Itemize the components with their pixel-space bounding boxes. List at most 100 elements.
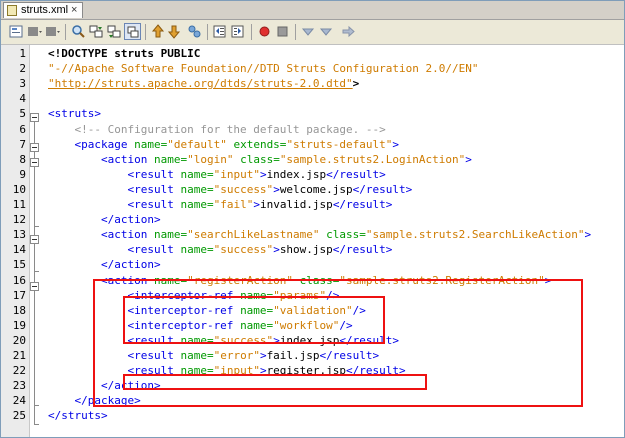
- tab-struts-xml[interactable]: struts.xml ×: [3, 2, 83, 18]
- comment-icon[interactable]: [300, 23, 317, 40]
- line-number: 13: [12, 228, 26, 242]
- code-token: "default": [167, 137, 227, 151]
- code-token: </action>: [48, 213, 161, 227]
- code-token: name=: [180, 198, 214, 211]
- close-icon[interactable]: ×: [71, 3, 77, 17]
- line-number: 23: [12, 379, 26, 393]
- code-token: name=: [180, 182, 214, 196]
- code-token: </struts>: [48, 409, 108, 423]
- code-token: "-//Apache Software Foundation//DTD Stru…: [48, 62, 479, 76]
- code-line: </action>: [48, 257, 161, 272]
- stop-macro-icon[interactable]: [274, 23, 291, 40]
- uncomment-icon[interactable]: [318, 23, 335, 40]
- editor-toolbar: [1, 20, 624, 45]
- line-number: 15: [12, 258, 26, 272]
- line-number: 1: [19, 47, 26, 60]
- code-token: name=: [134, 137, 168, 151]
- code-token: "sample.struts2.LoginAction": [279, 152, 466, 166]
- code-line: <result name="fail">invalid.jsp</result>: [48, 197, 392, 212]
- code-token: "fail": [213, 198, 254, 211]
- shift-left-icon[interactable]: [212, 23, 229, 40]
- previous-bookmark-icon[interactable]: [150, 23, 167, 40]
- line-number: 16: [12, 273, 26, 287]
- line-number: 10: [12, 182, 26, 196]
- find-previous-icon[interactable]: [88, 23, 105, 40]
- code-line: </action>: [48, 212, 161, 227]
- tab-label: struts.xml: [21, 4, 69, 16]
- toggle-highlight-icon[interactable]: [124, 23, 141, 40]
- check-xml-icon[interactable]: [340, 23, 357, 40]
- fold-end-marker: [34, 424, 39, 425]
- line-number: 21: [12, 349, 26, 362]
- line-number: 12: [12, 213, 26, 227]
- code-token: >: [392, 137, 400, 151]
- code-token: </result>: [326, 167, 386, 181]
- fold-toggle-icon[interactable]: [30, 158, 39, 167]
- code-line: <action name="searchLikeLastname" class=…: [48, 227, 591, 242]
- code-line: <package name="default" extends="struts-…: [48, 137, 399, 152]
- code-token: class=: [233, 152, 280, 166]
- code-token: class=: [319, 228, 366, 242]
- find-icon[interactable]: [70, 23, 87, 40]
- code-token: invalid.jsp: [259, 198, 333, 211]
- line-number: 4: [19, 92, 26, 106]
- line-number: 18: [12, 303, 26, 317]
- code-token: name=: [153, 152, 188, 166]
- code-token: >: [273, 182, 280, 196]
- fold-toggle-icon[interactable]: [30, 113, 39, 122]
- toggle-bookmark-icon[interactable]: [186, 23, 203, 40]
- code-token: <result: [48, 167, 181, 181]
- find-next-icon[interactable]: [106, 23, 123, 40]
- code-token: >: [465, 152, 472, 166]
- fold-end-marker: [34, 226, 39, 227]
- line-number: 5: [19, 107, 26, 121]
- line-number: 25: [12, 409, 26, 423]
- code-token: "http://struts.apache.org/dtds/struts-2.…: [48, 77, 353, 91]
- code-token: "sample.struts2.SearchLikeAction": [365, 228, 585, 242]
- shift-right-icon[interactable]: [230, 23, 247, 40]
- history-icon[interactable]: [26, 23, 43, 40]
- code-token: index.jsp: [266, 167, 327, 181]
- fold-toggle-icon[interactable]: [30, 235, 39, 244]
- line-number: 9: [19, 167, 26, 181]
- line-number: 2: [19, 62, 26, 76]
- code-token: <!-- Configuration for the default packa…: [48, 122, 386, 136]
- back-icon[interactable]: [44, 23, 61, 40]
- code-token: welcome.jsp: [279, 182, 353, 196]
- code-token: <action: [48, 228, 154, 242]
- code-token: >: [352, 77, 360, 91]
- editor-window: struts.xml × 1 2 3 4 5 6 7 8 9 10 11 12 …: [0, 0, 625, 438]
- code-line: "http://struts.apache.org/dtds/struts-2.…: [48, 76, 359, 91]
- fold-end-marker: [34, 271, 39, 272]
- code-line: <result name="success">show.jsp</result>: [48, 242, 392, 257]
- line-number: 19: [12, 318, 26, 332]
- code-token: </result>: [332, 198, 393, 211]
- fold-end-marker: [34, 405, 39, 406]
- code-line: <action name="login" class="sample.strut…: [48, 152, 472, 167]
- next-bookmark-icon[interactable]: [168, 23, 185, 40]
- code-token: <package: [48, 137, 135, 151]
- start-macro-icon[interactable]: [256, 23, 273, 40]
- code-token: </result>: [332, 243, 393, 257]
- fold-toggle-icon[interactable]: [30, 143, 39, 152]
- code-line: "-//Apache Software Foundation//DTD Stru…: [48, 61, 478, 76]
- code-token: "searchLikeLastname": [187, 228, 320, 242]
- line-number: 3: [19, 77, 26, 91]
- line-number: 20: [12, 333, 26, 347]
- code-line: <!-- Configuration for the default packa…: [48, 122, 386, 137]
- code-token: <result: [48, 182, 181, 196]
- code-token: extends=: [226, 137, 287, 151]
- highlight-box-input-result: [123, 374, 427, 390]
- code-token: "input": [213, 167, 260, 181]
- source-view-icon[interactable]: [8, 23, 25, 40]
- code-token: <action: [48, 152, 154, 166]
- line-number: 17: [12, 288, 26, 302]
- fold-guide: [34, 122, 35, 424]
- code-token: show.jsp: [279, 243, 333, 257]
- code-token: "login": [187, 152, 234, 166]
- code-token: name=: [180, 243, 214, 257]
- line-number: 22: [12, 364, 26, 378]
- fold-toggle-icon[interactable]: [30, 282, 39, 291]
- code-token: name=: [180, 167, 214, 181]
- code-token: <struts>: [48, 107, 101, 121]
